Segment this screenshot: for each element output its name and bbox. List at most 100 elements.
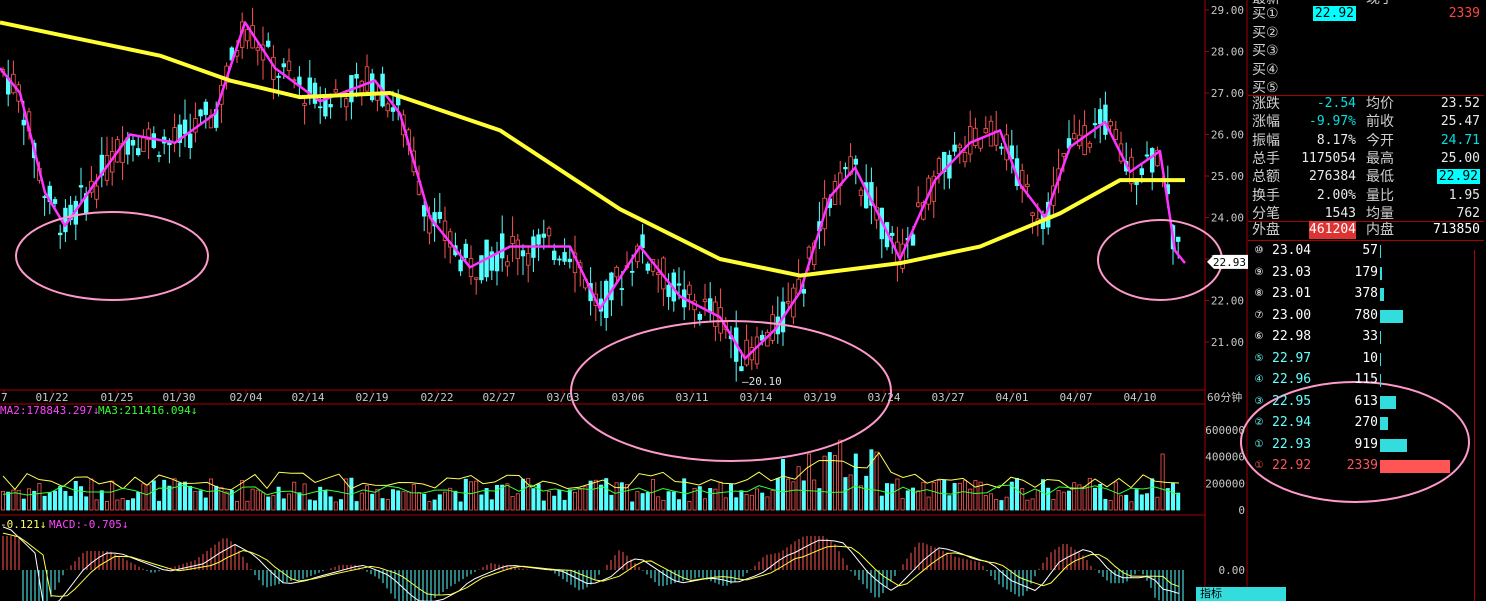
order-price: 22.93 <box>1272 436 1312 452</box>
volume-bar <box>21 498 26 511</box>
candle-body <box>78 185 84 188</box>
order-book-row: ⑤ 22.97 10 <box>1248 350 1484 368</box>
volume-bar <box>515 493 520 511</box>
volume-bar <box>593 479 598 511</box>
volume-bar <box>448 487 453 511</box>
candle-body <box>479 255 484 281</box>
candle-body <box>286 60 292 72</box>
candle-body <box>666 284 671 297</box>
order-book-row: ⑨ 23.03 179 <box>1248 264 1484 282</box>
volume-bar <box>1165 488 1170 511</box>
order-book-row: ⑦ 23.00 780 <box>1248 307 1484 325</box>
order-price: 23.00 <box>1272 307 1312 323</box>
volume-bar <box>120 498 125 511</box>
volume-bar <box>489 499 494 511</box>
volume-bar <box>957 482 962 511</box>
volume-bar <box>1113 481 1118 511</box>
candle-body <box>744 339 749 366</box>
candle-body <box>255 47 260 51</box>
volume-bar <box>385 499 390 511</box>
volume-bar <box>479 494 484 511</box>
outer-value: 461204 <box>1309 221 1356 239</box>
volume-bar <box>1124 494 1129 511</box>
stat-label: 总额 <box>1252 169 1280 186</box>
candle-body <box>63 207 68 233</box>
volume-bar <box>380 498 385 511</box>
candle-body <box>1061 153 1066 157</box>
volume-bar <box>1035 489 1040 511</box>
volume-bar <box>276 486 281 511</box>
stat-value-2: 22.92 <box>1436 168 1480 186</box>
volume-bar <box>531 488 536 511</box>
macd-dea-label: -0.121↓ <box>0 518 46 531</box>
candle-body <box>676 283 682 286</box>
candle-body <box>858 189 864 197</box>
volume-bar <box>723 497 728 511</box>
candle-body <box>890 232 895 236</box>
volume-bar <box>1145 493 1150 511</box>
candle-body <box>369 73 375 101</box>
volume-bar <box>838 439 843 511</box>
price-tick-label: 26.00 <box>1211 129 1244 142</box>
volume-bar <box>1098 483 1103 511</box>
candle-body <box>697 313 702 320</box>
volume-bar <box>1020 488 1025 511</box>
candle-body <box>952 144 957 152</box>
candle-body <box>312 82 318 104</box>
volume-bar <box>635 491 640 511</box>
stat-label: 换手 <box>1252 187 1280 204</box>
order-price: 22.98 <box>1272 329 1312 344</box>
volume-bar <box>167 485 172 511</box>
volume-bar <box>1171 482 1176 511</box>
candle-body <box>1108 120 1113 127</box>
volume-bar <box>744 493 749 511</box>
volume-bar <box>203 497 208 511</box>
indicator-button[interactable]: 指标 <box>1196 587 1286 601</box>
candle-body <box>619 288 624 290</box>
candle-body <box>343 98 349 108</box>
candle-body <box>421 205 427 217</box>
price-tick-label: 29.00 <box>1211 4 1244 17</box>
candle-body <box>973 127 978 146</box>
date-tick-label: 03/27 <box>931 391 964 404</box>
candle-body <box>42 196 47 198</box>
volume-bar <box>141 483 146 511</box>
order-book-row: ① 22.92 2339 <box>1248 457 1484 475</box>
order-index: ⑩ <box>1254 245 1264 256</box>
stat-row: 涨跌 -2.54 均价 23.52 <box>1248 95 1484 113</box>
volume-bar <box>645 492 650 511</box>
volume-bar <box>94 499 99 511</box>
volume-bar <box>796 466 801 511</box>
scrollbar[interactable] <box>1474 250 1486 601</box>
volume-bar <box>874 451 879 511</box>
macd-value-label: MACD:-0.705↓ <box>49 518 128 531</box>
volume-bar <box>68 495 73 511</box>
volume-bar <box>853 453 858 511</box>
candle-body <box>978 138 983 149</box>
annotation-ellipse <box>15 211 209 301</box>
volume-bar <box>26 488 31 511</box>
candle-body <box>1144 154 1150 157</box>
date-tick-label: 03/19 <box>803 391 836 404</box>
volume-bar <box>125 500 130 511</box>
candle-body <box>463 243 468 258</box>
volume-bar <box>937 480 942 511</box>
date-tick-label: 04/10 <box>1123 391 1156 404</box>
order-volume-bar <box>1380 395 1397 409</box>
stat-value: 2.00% <box>1316 187 1356 203</box>
candle-body <box>526 253 531 266</box>
candle-body <box>385 103 390 112</box>
stat-row: 总额 276384 最低 22.92 <box>1248 168 1484 186</box>
volume-bar <box>1108 500 1113 511</box>
candle-body <box>936 158 942 175</box>
volume-bar <box>947 495 952 511</box>
order-price: 22.92 <box>1272 458 1312 473</box>
volume-bar <box>895 478 900 511</box>
date-tick-label: 02/22 <box>420 391 453 404</box>
volume-bar <box>198 490 203 511</box>
order-volume: 33 <box>1362 329 1378 344</box>
order-book-row: ⑧ 23.01 378 <box>1248 285 1484 303</box>
volume-bar <box>807 453 812 511</box>
volume-bar <box>214 485 219 511</box>
volume-bar <box>1129 501 1134 511</box>
